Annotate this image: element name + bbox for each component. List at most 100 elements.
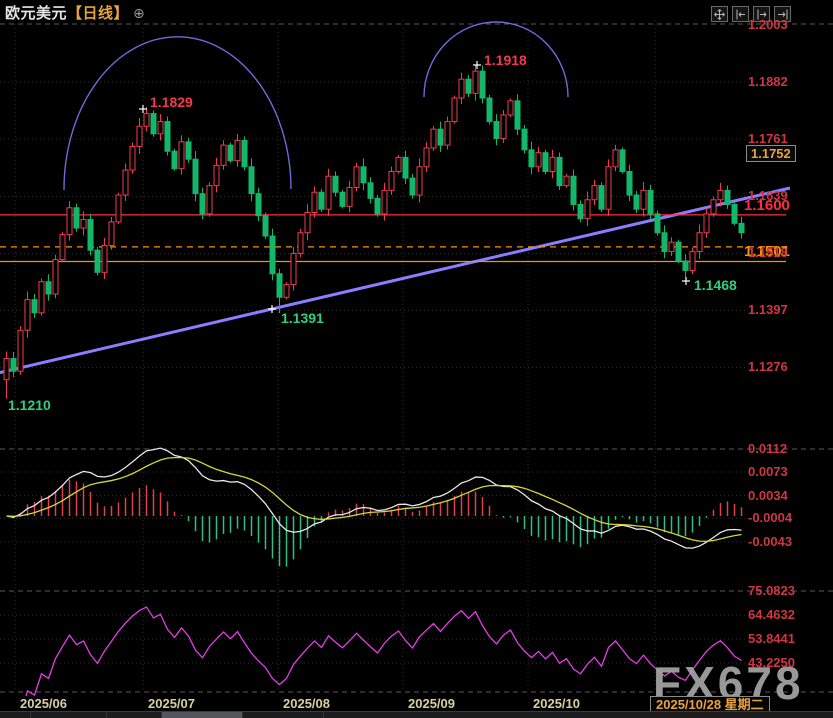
candle-body bbox=[228, 145, 233, 161]
chart-canvas[interactable] bbox=[0, 0, 833, 718]
candle-body bbox=[452, 98, 457, 122]
candle-body bbox=[501, 115, 506, 139]
candle-body bbox=[417, 167, 422, 195]
macd-axis-tick: 0.0073 bbox=[748, 464, 788, 479]
candle-body bbox=[277, 274, 282, 298]
candle-body bbox=[543, 153, 548, 172]
candle-body bbox=[116, 195, 121, 222]
macd-diff-line bbox=[7, 448, 742, 548]
candle-body bbox=[515, 101, 520, 129]
candle-body bbox=[697, 233, 702, 252]
candle-body bbox=[375, 198, 380, 214]
add-indicator-icon[interactable]: ⊕ bbox=[133, 5, 145, 21]
macd-axis-tick: -0.0004 bbox=[748, 510, 792, 525]
candle-body bbox=[242, 140, 247, 166]
candle-body bbox=[522, 129, 527, 150]
candle-body bbox=[368, 183, 373, 199]
candle-body bbox=[676, 242, 681, 261]
candle-body bbox=[53, 260, 58, 294]
axis-scale-left-icon[interactable] bbox=[732, 6, 749, 22]
rsi-axis-tick: 53.8441 bbox=[748, 631, 795, 646]
candle-body bbox=[711, 200, 716, 214]
candle-body bbox=[641, 190, 646, 209]
candle-body bbox=[298, 233, 303, 254]
tab-vip-indicators[interactable]: VIP指标 bbox=[31, 712, 107, 718]
candle-body bbox=[88, 220, 93, 251]
candle-body bbox=[361, 167, 366, 183]
candle-body bbox=[130, 147, 135, 171]
price-axis-tick: 1.1639 bbox=[748, 188, 788, 203]
candle-body bbox=[67, 208, 72, 235]
x-axis-month-label: 2025/08 bbox=[283, 696, 330, 711]
candle-body bbox=[494, 122, 499, 139]
candle-body bbox=[95, 250, 100, 272]
candle-body bbox=[39, 282, 44, 313]
candle-body bbox=[305, 212, 310, 232]
price-axis-tick: 1.1518 bbox=[748, 245, 788, 260]
candle-body bbox=[704, 214, 709, 233]
extreme-cross-marker bbox=[268, 305, 276, 313]
rsi-params-rsi1: RSI(14,14,14) RSI1:41.7700 bbox=[4, 569, 174, 584]
price-annotation: 1.1468 bbox=[694, 277, 737, 293]
candle-body bbox=[354, 167, 359, 188]
rsi3-value: RSI3:41.7700 bbox=[281, 569, 364, 584]
candle-body bbox=[564, 176, 569, 185]
candle-body bbox=[340, 192, 345, 206]
candle-body bbox=[606, 167, 611, 209]
candle-body bbox=[578, 204, 583, 218]
pan-tool-icon[interactable] bbox=[711, 6, 728, 22]
candle-body bbox=[25, 300, 30, 331]
candle-body bbox=[571, 176, 576, 204]
candle-body bbox=[193, 159, 198, 193]
candle-body bbox=[74, 208, 79, 228]
candle-body bbox=[438, 129, 443, 145]
candle-body bbox=[151, 114, 156, 134]
candle-body bbox=[144, 114, 149, 127]
rsi-axis-tick: 43.2250 bbox=[748, 655, 795, 670]
candle-body bbox=[634, 195, 639, 209]
period-label: 【日线】 bbox=[67, 5, 129, 22]
tab-standard[interactable]: 标准 bbox=[107, 712, 162, 718]
candle-body bbox=[459, 79, 464, 98]
candle-body bbox=[172, 151, 177, 168]
candle-body bbox=[529, 150, 534, 167]
tab-manage-template[interactable]: 管理模板 bbox=[243, 712, 324, 718]
candle-body bbox=[627, 172, 632, 196]
candle-body bbox=[284, 285, 289, 298]
candle-body bbox=[270, 236, 275, 274]
tab-save-template[interactable]: 保存模板 bbox=[162, 712, 243, 718]
candle-body bbox=[221, 145, 226, 165]
candle-body bbox=[165, 122, 170, 152]
macd-axis-tick: 0.0112 bbox=[748, 441, 787, 456]
rsi-label-row: RSI(14,14,14) RSI1:41.7700RSI2:41.7700RS… bbox=[4, 569, 375, 584]
candle-body bbox=[690, 252, 695, 271]
candle-body bbox=[179, 142, 184, 169]
candle-body bbox=[683, 261, 688, 270]
x-axis-month-label: 2025/09 bbox=[408, 696, 455, 711]
candle-body bbox=[256, 194, 261, 216]
candle-body bbox=[725, 190, 730, 204]
rsi-axis-tick: 64.4632 bbox=[748, 607, 795, 622]
macd-params-diff: MACD(26,12,9) DIFF:-0.0018 bbox=[4, 427, 181, 442]
x-axis-month-label: 2025/07 bbox=[148, 696, 195, 711]
candle-body bbox=[109, 222, 114, 246]
candle-body bbox=[739, 223, 744, 232]
candle-body bbox=[473, 71, 478, 93]
candle-body bbox=[445, 122, 450, 146]
candle-body bbox=[718, 190, 723, 199]
candle-body bbox=[403, 157, 408, 178]
candle-body bbox=[466, 79, 471, 93]
candle-body bbox=[207, 186, 212, 214]
price-axis-tick: 1.1761 bbox=[748, 131, 788, 146]
price-axis-tick: 1.1882 bbox=[748, 74, 788, 89]
candle-body bbox=[347, 188, 352, 207]
candle-body bbox=[11, 359, 16, 372]
candle-body bbox=[4, 359, 9, 380]
tab-bar-fragment-icon[interactable]: ≡ bbox=[0, 712, 31, 718]
candle-body bbox=[326, 176, 331, 209]
candle-body bbox=[312, 192, 317, 212]
candle-body bbox=[263, 216, 268, 236]
candle-body bbox=[123, 170, 128, 195]
candle-body bbox=[424, 148, 429, 167]
candle-body bbox=[648, 190, 653, 214]
